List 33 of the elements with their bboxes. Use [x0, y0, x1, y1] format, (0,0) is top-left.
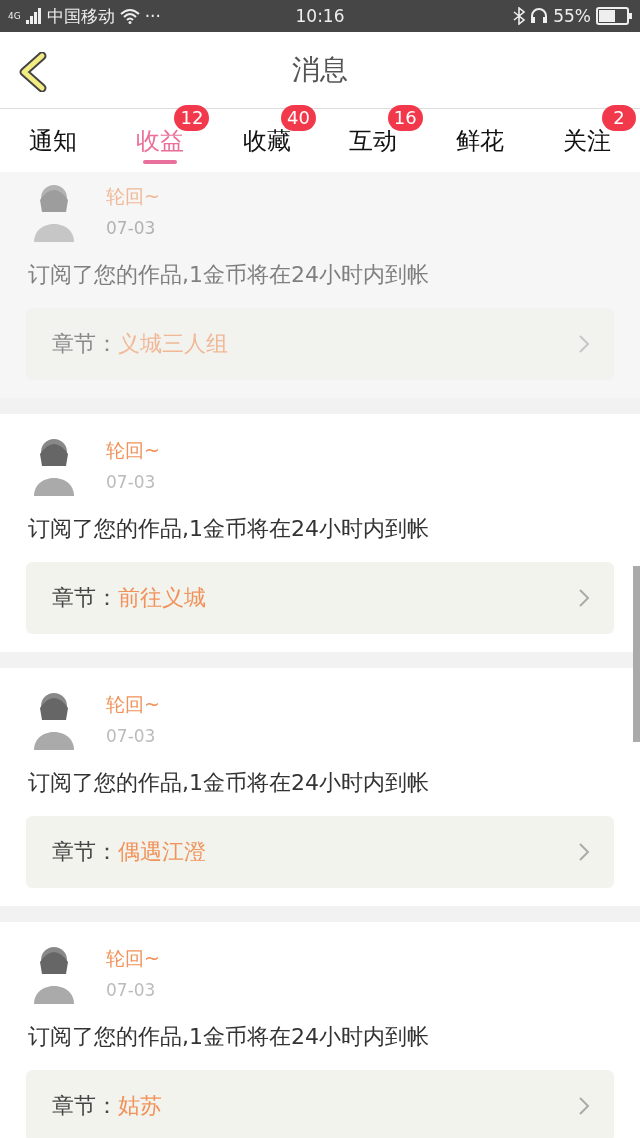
message-text: 订阅了您的作品,1金币将在24小时内到帐 — [28, 515, 430, 543]
wifi-icon — [119, 8, 140, 24]
count-badge: 2 — [602, 105, 637, 131]
message-date: 07-03 — [106, 980, 157, 1000]
tab-underline — [143, 160, 177, 164]
signal-icon — [25, 8, 42, 24]
chevron-icon — [578, 334, 590, 354]
message-date: 07-03 — [106, 726, 157, 746]
chevron-icon — [578, 588, 590, 608]
chapter-link[interactable]: 章节：前往义城 — [26, 562, 614, 634]
chapter-link[interactable]: 章节：姑苏 — [26, 1070, 614, 1138]
tab[interactable]: 通知 — [0, 109, 107, 172]
back-icon[interactable] — [18, 52, 48, 92]
message-text: 订阅了您的作品,1金币将在24小时内到帐 — [28, 261, 430, 289]
network-label: 4G — [8, 10, 21, 21]
message-date: 07-03 — [106, 218, 157, 238]
message-text: 订阅了您的作品,1金币将在24小时内到帐 — [28, 1023, 430, 1051]
tab[interactable]: 鲜花 — [426, 109, 534, 172]
battery-icon — [596, 7, 632, 25]
clock-time: 10:16 — [295, 6, 345, 26]
chapter-link[interactable]: 章节：偶遇江澄 — [26, 816, 614, 888]
chevron-icon — [578, 1096, 590, 1116]
bluetooth-icon — [513, 7, 526, 25]
headset-icon — [530, 7, 549, 25]
page-title: 消息 — [292, 52, 348, 88]
message-text: 订阅了您的作品,1金币将在24小时内到帐 — [28, 769, 430, 797]
more-dots: ··· — [144, 6, 161, 26]
count-badge: 16 — [387, 105, 423, 131]
message-date: 07-03 — [106, 472, 157, 492]
chevron-icon — [578, 842, 590, 862]
carrier-name: 中国移动 — [46, 4, 115, 28]
count-badge: 12 — [174, 105, 210, 131]
battery-percent: 55% — [553, 6, 591, 26]
